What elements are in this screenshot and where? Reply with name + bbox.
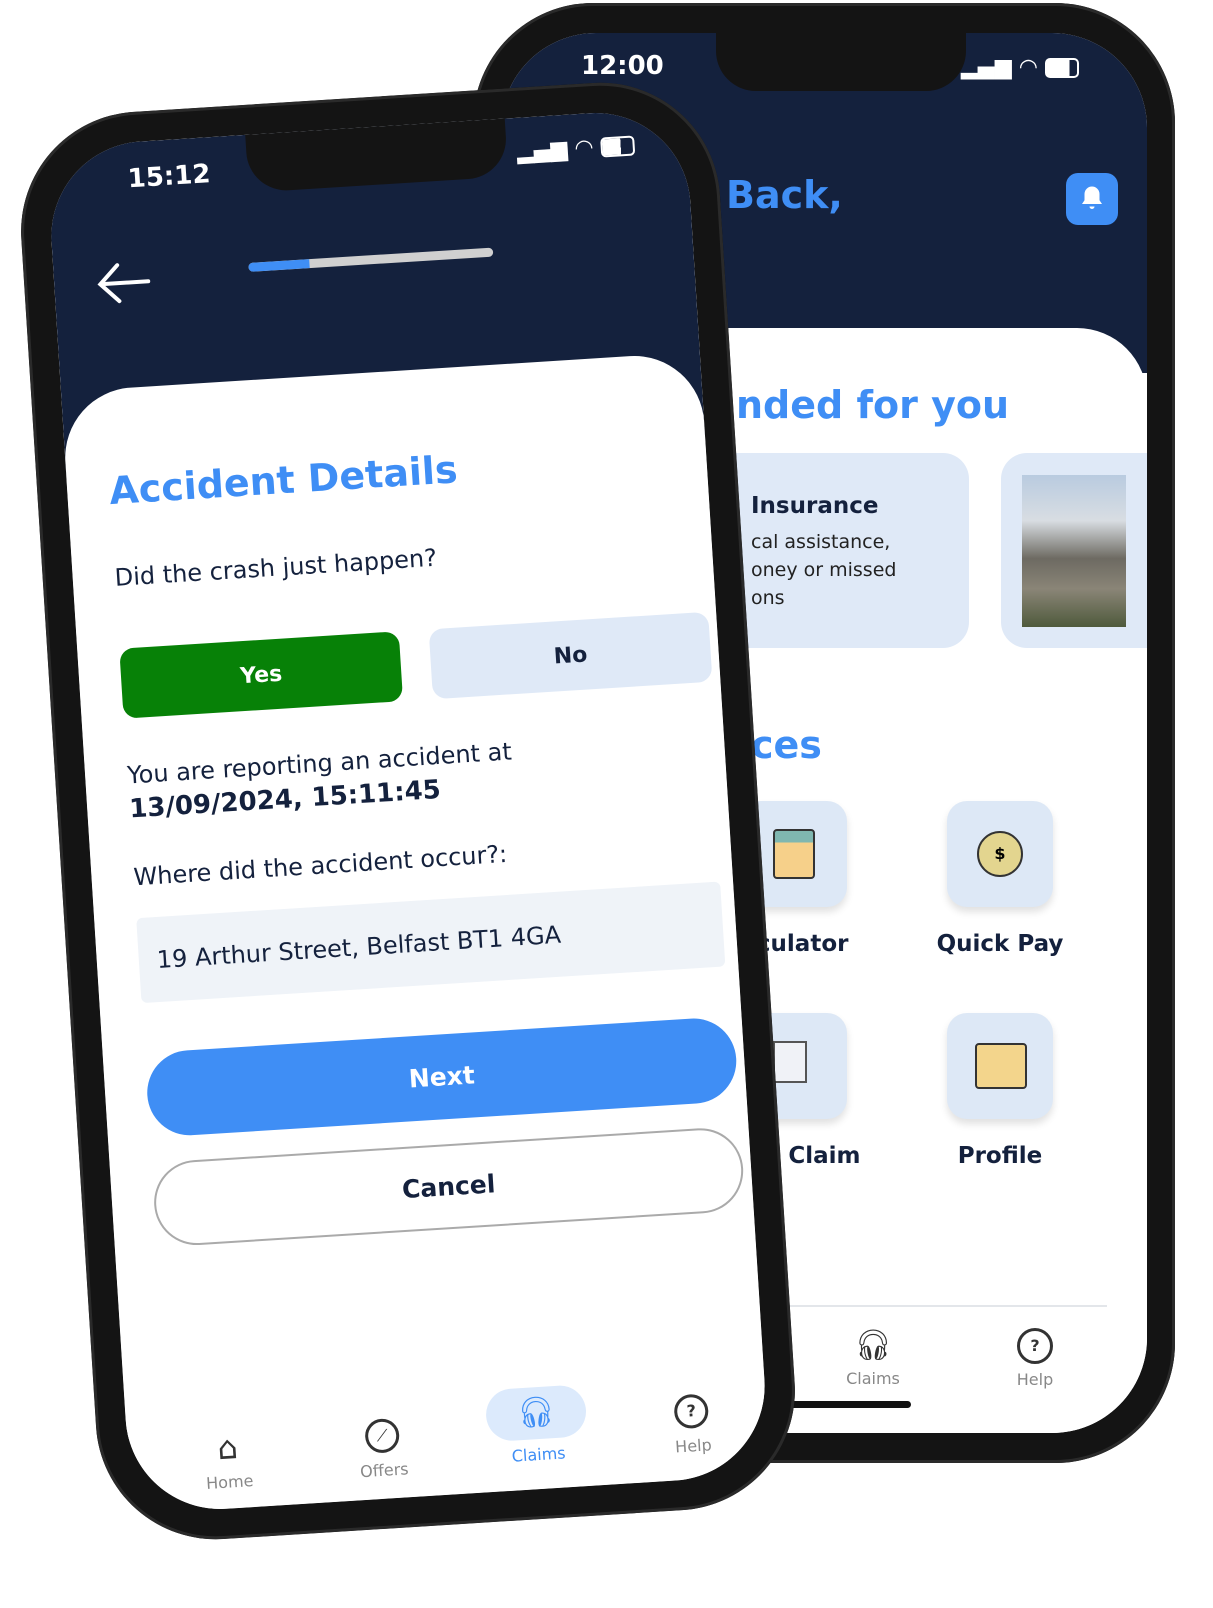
front-phone: 15:12 ▂▄▆ ◠ Accident Details Did the cra…: [13, 75, 803, 1547]
help-icon: ?: [673, 1393, 710, 1430]
arrow-left-icon: [97, 263, 151, 304]
calculator-icon: [773, 829, 815, 879]
status-time: 15:12: [126, 159, 212, 195]
greeting: Back,: [726, 173, 843, 217]
services-heading: ces: [751, 723, 822, 767]
card-desc: cal assistance, oney or missed ons: [751, 531, 897, 609]
battery-icon: [1044, 58, 1079, 78]
card-title: Insurance: [751, 493, 879, 519]
home-icon: ⌂: [216, 1427, 239, 1468]
notification-button[interactable]: [1066, 173, 1118, 225]
notch: [716, 33, 966, 91]
status-time: 12:00: [581, 51, 664, 81]
wifi-icon: ◠: [573, 135, 595, 162]
recommended-heading: nded for you: [736, 383, 1009, 427]
tab-home[interactable]: ⌂ Home: [167, 1425, 291, 1495]
front-phone-screen: 15:12 ▂▄▆ ◠ Accident Details Did the cra…: [45, 107, 771, 1515]
tab-offers[interactable]: ⟋ Offers: [321, 1415, 445, 1483]
service-label: Profile: [957, 1143, 1043, 1169]
service-profile[interactable]: [947, 1013, 1053, 1119]
profile-card-icon: [975, 1043, 1027, 1089]
service-label: Quick Pay: [936, 931, 1064, 957]
compass-icon: ⟋: [364, 1417, 401, 1454]
signal-icon: ▂▄▆: [516, 136, 569, 165]
clipboard-icon: [773, 1041, 807, 1083]
help-icon: ?: [1017, 1328, 1053, 1364]
recommendation-card-house[interactable]: [1001, 453, 1147, 648]
signal-icon: ▂▄▆: [961, 55, 1012, 80]
tabbar-divider: [741, 1305, 1107, 1307]
wifi-icon: ◠: [1018, 55, 1038, 80]
tab-help[interactable]: ? Help: [975, 1328, 1095, 1389]
status-icons: ▂▄▆ ◠: [961, 55, 1079, 80]
tab-claims[interactable]: 🎧︎ Claims: [475, 1383, 600, 1467]
headset-icon: 🎧︎: [484, 1384, 588, 1443]
tab-claims[interactable]: 🎧︎ Claims: [813, 1328, 933, 1388]
headset-icon: 🎧︎: [853, 1328, 893, 1363]
stopwatch-dollar-icon: $: [977, 831, 1023, 877]
back-button[interactable]: [95, 259, 154, 310]
service-quick-pay[interactable]: $: [947, 801, 1053, 907]
battery-icon: [600, 135, 636, 158]
house-image: [1022, 475, 1126, 627]
bell-icon: [1082, 186, 1102, 209]
tab-help[interactable]: ? Help: [630, 1391, 754, 1459]
